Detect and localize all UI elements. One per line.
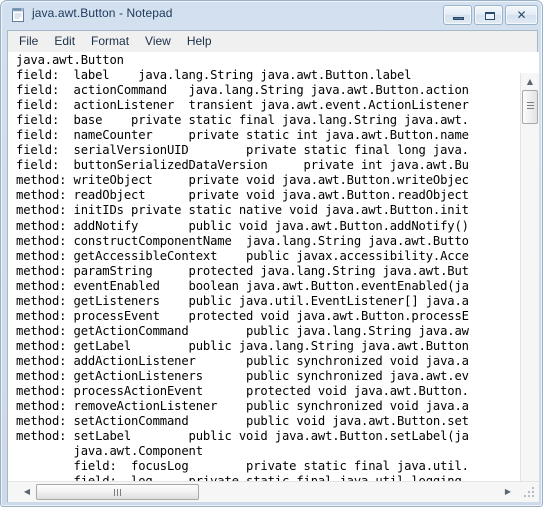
editor-line: method: constructComponentName java.lang…	[16, 233, 469, 248]
notepad-icon	[10, 7, 26, 23]
editor-line: method: eventEnabled boolean java.awt.Bu…	[16, 278, 469, 293]
scroll-left-arrow-icon[interactable]: ◀	[18, 482, 36, 502]
maximize-button[interactable]	[474, 5, 503, 25]
editor-line: method: getAccessibleContext public java…	[16, 248, 469, 263]
editor-line: method: initIDs private static native vo…	[16, 203, 469, 218]
editor-line: method: readObject private void java.awt…	[16, 188, 469, 203]
scroll-right-arrow-icon[interactable]: ▶	[499, 482, 517, 502]
editor-line: method: paramString protected java.lang.…	[16, 263, 469, 278]
menu-item-format[interactable]: Format	[83, 32, 137, 51]
menu-bar: File Edit Format View Help	[8, 31, 537, 52]
resize-grip-icon[interactable]	[523, 486, 536, 499]
editor-line: field: log private static final java.uti…	[16, 474, 469, 481]
editor-line: field: label java.lang.String java.awt.B…	[16, 68, 412, 83]
editor-line: method: addActionListener public synchro…	[16, 353, 469, 368]
editor-line: field: nameCounter private static int ja…	[16, 128, 469, 143]
minimize-button[interactable]	[443, 5, 472, 25]
editor-line: field: actionCommand java.lang.String ja…	[16, 83, 469, 98]
vertical-scrollbar[interactable]: ▲ ▼	[520, 73, 539, 502]
horizontal-scroll-thumb[interactable]	[36, 484, 199, 500]
notepad-window: java.awt.Button - Notepad ✕ File Edit Fo…	[0, 0, 543, 507]
scroll-grip-icon	[527, 102, 534, 111]
menu-item-view[interactable]: View	[137, 32, 179, 51]
editor-line: method: setActionCommand public void jav…	[16, 414, 469, 429]
horizontal-scrollbar[interactable]: ◀ ▶	[8, 481, 539, 502]
editor-line: method: processActionEvent protected voi…	[16, 384, 469, 399]
menu-item-file[interactable]: File	[11, 32, 46, 51]
scroll-up-arrow-icon[interactable]: ▲	[521, 73, 539, 90]
editor-line: java.awt.Button	[16, 53, 124, 67]
editor-line: field: focusLog private static final jav…	[16, 459, 469, 474]
close-icon: ✕	[516, 8, 527, 22]
editor-line: method: removeActionListener public sync…	[16, 399, 469, 414]
title-bar[interactable]: java.awt.Button - Notepad ✕	[1, 1, 542, 30]
vertical-scroll-thumb[interactable]	[522, 90, 538, 124]
client-area: File Edit Format View Help java.awt.Butt…	[7, 30, 539, 502]
editor-line: method: setLabel public void java.awt.Bu…	[16, 429, 469, 444]
editor-text: java.awt.Button field: label java.lang.St…	[16, 53, 469, 481]
editor-line: field: serialVersionUID private static f…	[16, 143, 469, 158]
editor-line: method: getActionListeners public synchr…	[16, 368, 469, 383]
close-button[interactable]: ✕	[505, 5, 538, 25]
text-editor[interactable]: java.awt.Button field: label java.lang.St…	[8, 52, 520, 481]
editor-line: field: base private static final java.la…	[16, 113, 469, 128]
editor-line: method: getActionCommand public java.lan…	[16, 323, 469, 338]
editor-region: java.awt.Button field: label java.lang.St…	[8, 52, 539, 502]
editor-line: method: writeObject private void java.aw…	[16, 173, 469, 188]
editor-line: java.awt.Component	[16, 444, 204, 459]
minimize-icon	[453, 17, 464, 20]
caption-buttons: ✕	[443, 5, 538, 25]
menu-item-help[interactable]: Help	[179, 32, 220, 51]
editor-line: method: processEvent protected void java…	[16, 308, 469, 323]
editor-line: field: actionListener transient java.awt…	[16, 98, 469, 113]
editor-line: method: getLabel public java.lang.String…	[16, 338, 469, 353]
editor-line: field: buttonSerializedDataVersion priva…	[16, 158, 469, 173]
window-title: java.awt.Button - Notepad	[32, 6, 173, 20]
maximize-icon	[485, 12, 495, 20]
editor-line: method: addNotify public void java.awt.B…	[16, 218, 469, 233]
scroll-grip-icon	[113, 489, 123, 496]
editor-line: method: getListeners public java.util.Ev…	[16, 293, 469, 308]
menu-item-edit[interactable]: Edit	[46, 32, 83, 51]
